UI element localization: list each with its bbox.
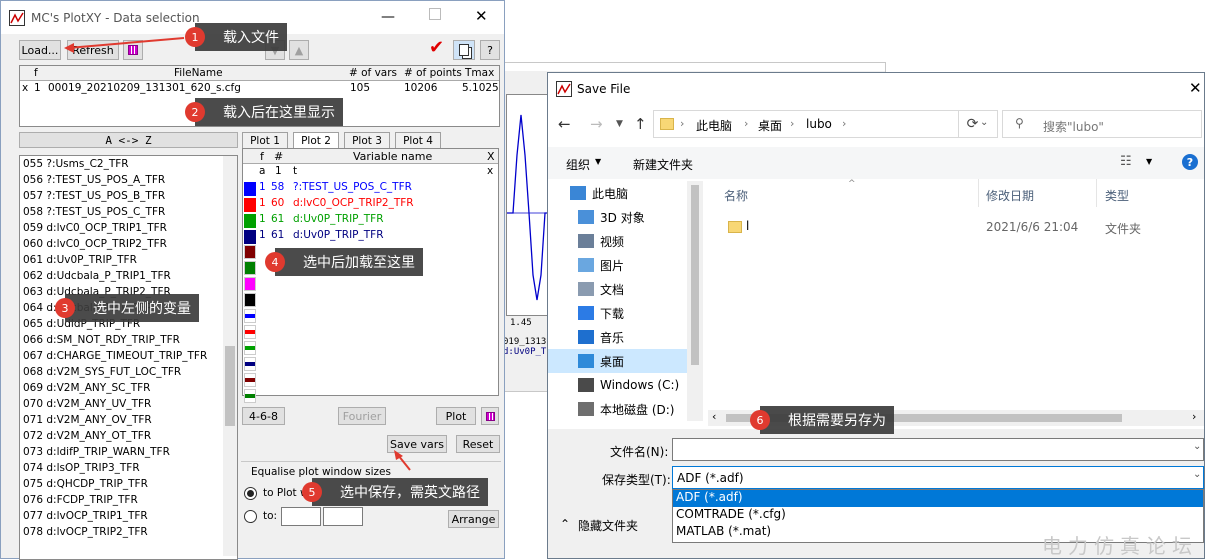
callout-text: 载入后在这里显示 [223, 105, 335, 121]
callout-text: 选中保存，需英文路径 [340, 485, 480, 501]
callout-number: 2 [185, 102, 205, 122]
callout-number: 4 [265, 252, 285, 272]
callout-text: 选中左侧的变量 [93, 301, 191, 317]
callout-6: 6 根据需要另存为 [750, 406, 894, 434]
callout-2: 2 载入后在这里显示 [185, 98, 343, 126]
annotation-arrows [64, 37, 411, 471]
watermark: 电力仿真论坛 [1042, 534, 1198, 558]
callout-text: 根据需要另存为 [788, 413, 886, 429]
callout-3: 3 选中左侧的变量 [55, 294, 199, 322]
callout-number: 6 [750, 410, 770, 430]
callout-text: 选中后加载至这里 [303, 255, 415, 271]
arrow-1 [67, 37, 185, 49]
callout-number: 1 [185, 27, 205, 47]
callout-text: 载入文件 [223, 30, 279, 46]
callout-number: 3 [55, 298, 75, 318]
arrowhead-1 [64, 43, 74, 53]
callout-number: 5 [302, 482, 322, 502]
callout-4: 4 选中后加载至这里 [265, 248, 423, 276]
callout-1: 1 载入文件 [185, 23, 287, 51]
callout-5: 5 选中保存，需英文路径 [302, 478, 488, 506]
